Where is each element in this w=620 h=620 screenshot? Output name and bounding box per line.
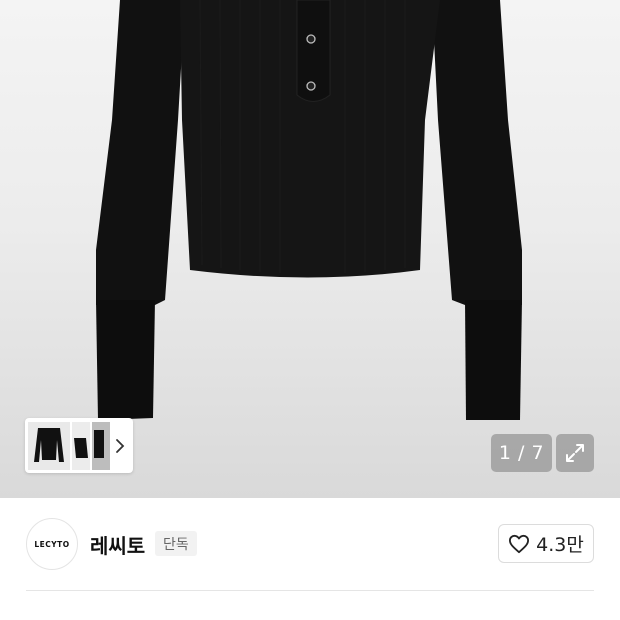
shirt-detail-thumb-icon [94,429,104,458]
button-snap [306,81,316,91]
brand-row: LECYTO 레씨토 단독 4.3만 [0,498,620,590]
brand-logo-text: LECYTO [34,539,70,549]
brand-logo[interactable]: LECYTO [26,518,78,570]
button-snap [306,34,316,44]
expand-button[interactable] [556,434,594,472]
shirt-folded-thumb-icon [74,437,88,458]
expand-icon [566,444,584,462]
divider [26,590,594,591]
image-counter: 1 / 7 [491,434,552,472]
product-image-gallery[interactable]: 1 / 7 [0,0,620,498]
heart-icon [509,534,530,553]
shirt-thumb-icon [34,427,64,462]
exclusive-badge: 단독 [155,531,197,556]
thumbnail-product-front[interactable] [28,421,70,470]
brand-name[interactable]: 레씨토 [90,530,145,559]
thumbnail-product-folded[interactable] [72,421,90,470]
thumbnail-product-detail[interactable] [92,421,110,470]
like-count: 4.3만 [536,534,584,556]
chevron-right-icon[interactable] [112,422,128,470]
like-button[interactable]: 4.3만 [498,524,594,563]
thumbnail-strip [25,418,133,473]
